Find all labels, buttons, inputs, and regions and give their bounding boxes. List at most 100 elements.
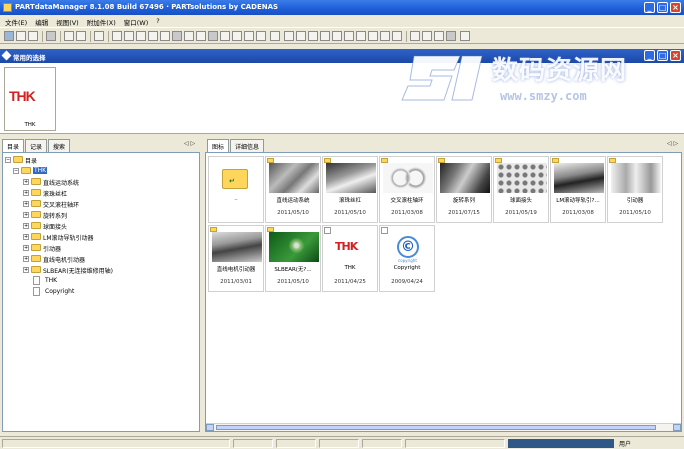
- toolbar-tool-icon[interactable]: [232, 31, 242, 41]
- grid-item[interactable]: 滚珠丝杠 2011/05/10: [322, 156, 378, 223]
- expand-icon[interactable]: +: [23, 179, 29, 185]
- toolbar-tool-icon[interactable]: [220, 31, 230, 41]
- tree-item[interactable]: + 直线运动系统: [23, 177, 193, 188]
- grid-item-parent-folder[interactable]: ↵ ..: [208, 156, 264, 223]
- toolbar-print-icon[interactable]: [76, 31, 86, 41]
- toolbar-tool-icon[interactable]: [368, 31, 378, 41]
- horizontal-scrollbar[interactable]: [206, 423, 681, 431]
- tree-item-doc[interactable]: THK: [31, 276, 191, 287]
- grid-item-name: 直线运动系统: [276, 198, 310, 204]
- toolbar-tool-icon[interactable]: [392, 31, 402, 41]
- tab-search[interactable]: 搜索: [48, 139, 71, 152]
- folder-icon: [31, 178, 41, 185]
- tab-catalog[interactable]: 目录: [2, 139, 25, 152]
- toolbar-tool-icon[interactable]: [380, 31, 390, 41]
- grid-item-name: 球面接头: [509, 198, 532, 204]
- copyright-icon: ©: [397, 236, 419, 258]
- grid-item[interactable]: LM滚动导轨引?... 2011/03/08: [550, 156, 606, 223]
- toolbar-tool-icon[interactable]: [460, 31, 470, 41]
- menu-file[interactable]: 文件(E): [2, 15, 32, 27]
- menu-view[interactable]: 视图(V): [53, 15, 84, 27]
- menu-edit[interactable]: 编辑: [32, 15, 53, 27]
- toolbar-tool-icon[interactable]: [256, 31, 266, 41]
- folder-icon: [31, 200, 41, 207]
- toolbar-grid-icon[interactable]: [28, 31, 38, 41]
- tree-item-doc[interactable]: Copyright: [31, 287, 191, 298]
- toolbar-tool-icon[interactable]: [172, 31, 182, 41]
- grid-item[interactable]: 球面接头 2011/05/19: [493, 156, 549, 223]
- toolbar-open-icon[interactable]: [16, 31, 26, 41]
- expand-icon[interactable]: +: [23, 223, 29, 229]
- toolbar-tool-icon[interactable]: [332, 31, 342, 41]
- toolbar-tool-icon[interactable]: [160, 31, 170, 41]
- menu-window[interactable]: 窗口(W): [121, 15, 154, 27]
- menu-addons[interactable]: 附加件(X): [84, 15, 121, 27]
- grid-item[interactable]: 直线运动系统 2011/05/10: [265, 156, 321, 223]
- tree-item[interactable]: + 直线电机引动器: [23, 254, 193, 265]
- scroll-right-icon[interactable]: [673, 424, 681, 431]
- expand-icon[interactable]: +: [23, 267, 29, 273]
- toolbar-tool-icon[interactable]: [184, 31, 194, 41]
- scrollbar-thumb[interactable]: [216, 425, 656, 430]
- maximize-button[interactable]: □: [657, 2, 668, 13]
- expand-icon[interactable]: +: [23, 190, 29, 196]
- toolbar-tool-icon[interactable]: [208, 31, 218, 41]
- expand-icon[interactable]: +: [23, 212, 29, 218]
- toolbar-tool-icon[interactable]: [136, 31, 146, 41]
- tree-item-root[interactable]: − 目录: [5, 155, 195, 166]
- menu-help[interactable]: ?: [153, 15, 164, 27]
- toolbar-tool-icon[interactable]: [356, 31, 366, 41]
- collapse-icon[interactable]: −: [13, 168, 19, 174]
- tree-item[interactable]: + 滚珠丝杠: [23, 188, 193, 199]
- watermark-url: www.smzy.com: [500, 89, 587, 103]
- toolbar-tool-icon[interactable]: [244, 31, 254, 41]
- grid-item-thk-doc[interactable]: THK THK 2011/04/25: [322, 225, 378, 292]
- toolbar-tool-icon[interactable]: [148, 31, 158, 41]
- toolbar-tool-icon[interactable]: [446, 31, 456, 41]
- toolbar-save-icon[interactable]: [46, 31, 56, 41]
- tab-icons[interactable]: 图标: [207, 139, 230, 152]
- grid-item[interactable]: 交叉滚柱轴环 2011/03/08: [379, 156, 435, 223]
- toolbar-tool-icon[interactable]: [308, 31, 318, 41]
- toolbar-tool-icon[interactable]: [410, 31, 420, 41]
- collapse-icon[interactable]: −: [5, 157, 11, 163]
- right-pane-nav[interactable]: ◁ ▷: [667, 140, 678, 147]
- toolbar-separator: [42, 31, 43, 42]
- toolbar-new-icon[interactable]: [4, 31, 14, 41]
- expand-icon[interactable]: +: [23, 245, 29, 251]
- recent-item-thk[interactable]: THK THK: [4, 67, 56, 131]
- toolbar-dropdown-icon[interactable]: [270, 31, 280, 41]
- toolbar-tool-icon[interactable]: [124, 31, 134, 41]
- left-pane-nav[interactable]: ◁ ▷: [184, 140, 195, 147]
- toolbar-tool-icon[interactable]: [296, 31, 306, 41]
- toolbar-dropdown-icon[interactable]: [284, 31, 294, 41]
- tree-item[interactable]: + 旋转系列: [23, 210, 193, 221]
- toolbar-tool-icon[interactable]: [344, 31, 354, 41]
- tab-details[interactable]: 详细信息: [230, 139, 265, 152]
- minimize-button[interactable]: _: [644, 2, 655, 13]
- tab-history[interactable]: 记录: [25, 139, 48, 152]
- grid-item[interactable]: 旋转系列 2011/07/15: [436, 156, 492, 223]
- tree-item[interactable]: + SLBEAR(无连接维修用轴): [23, 265, 193, 276]
- tree-item[interactable]: + 交叉滚柱轴环: [23, 199, 193, 210]
- toolbar-tool-icon[interactable]: [196, 31, 206, 41]
- tree-item[interactable]: + 球面接头: [23, 221, 193, 232]
- toolbar-tool-icon[interactable]: [320, 31, 330, 41]
- grid-item[interactable]: 直线电机引动器 2011/03/01: [208, 225, 264, 292]
- tree-item[interactable]: + 引动器: [23, 243, 193, 254]
- toolbar-back-icon[interactable]: [64, 31, 74, 41]
- expand-icon[interactable]: +: [23, 256, 29, 262]
- toolbar-tool-icon[interactable]: [434, 31, 444, 41]
- toolbar-tool-icon[interactable]: [112, 31, 122, 41]
- tree-item-thk[interactable]: − THK: [13, 166, 193, 177]
- tree-item[interactable]: + LM滚动导轨引动器: [23, 232, 193, 243]
- expand-icon[interactable]: +: [23, 234, 29, 240]
- toolbar-tool-icon[interactable]: [422, 31, 432, 41]
- grid-item[interactable]: SLBEAR(无?... 2011/05/10: [265, 225, 321, 292]
- expand-icon[interactable]: +: [23, 201, 29, 207]
- close-button[interactable]: ×: [670, 2, 681, 13]
- grid-item-copyright-doc[interactable]: © copyright Copyright 2009/04/24: [379, 225, 435, 292]
- scroll-left-icon[interactable]: [206, 424, 214, 431]
- grid-item[interactable]: 引动器 2011/05/10: [607, 156, 663, 223]
- toolbar-view-icon[interactable]: [94, 31, 104, 41]
